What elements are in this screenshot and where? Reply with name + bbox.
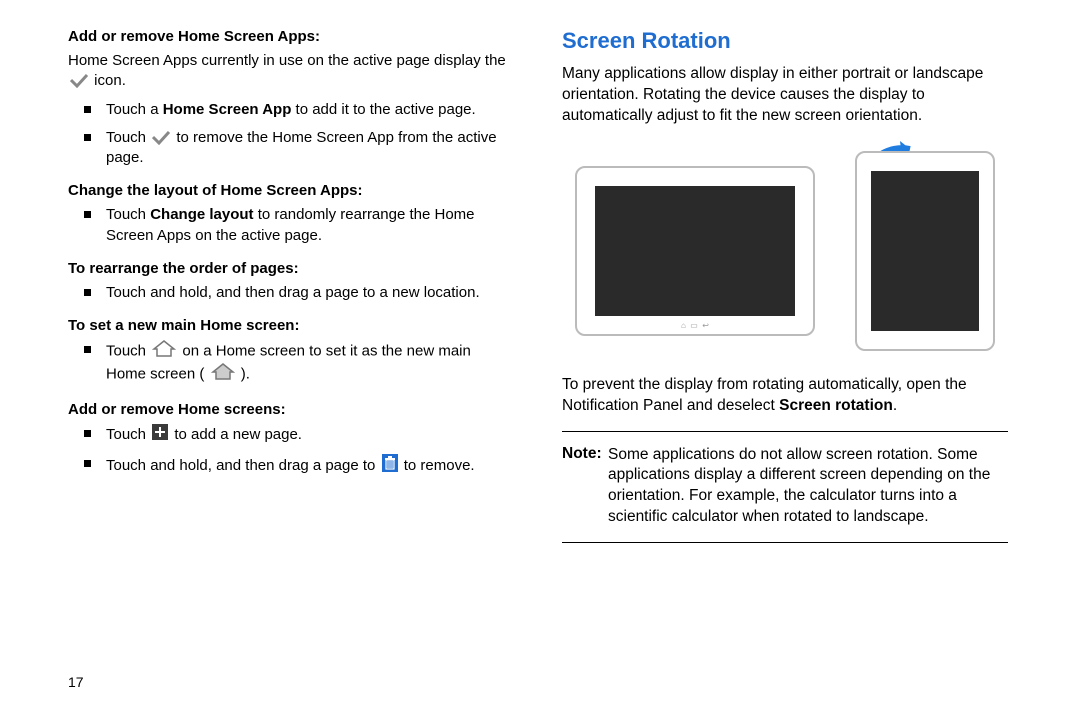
page-number: 17 [68,674,84,690]
note-separator [562,542,1008,543]
tablet-portrait-illustration [855,151,995,351]
bullet-item: Touch on a Home screen to set it as the … [78,340,514,387]
text: Touch [106,343,150,360]
right-column: Screen Rotation Many applications allow … [538,28,1008,710]
text: Touch [106,206,150,223]
heading-change-layout: Change the layout of Home Screen Apps: [68,182,514,199]
text: . [893,397,897,414]
checkmark-icon [70,74,88,88]
text-bold: Change layout [150,206,253,223]
trash-icon [382,454,398,478]
bullet-item: Touch and hold, and then drag a page to … [78,283,514,303]
text: Touch [106,129,150,146]
note-separator [562,431,1008,432]
text: to add it to the active page. [291,101,475,118]
bullet-list: Touch a Home Screen App to add it to the… [78,100,514,169]
section-title-screen-rotation: Screen Rotation [562,28,1008,54]
text: Touch a [106,101,163,118]
text: to remove. [404,457,475,474]
tablet-screen [595,186,795,316]
bullet-list: Touch Change layout to randomly rearrang… [78,205,514,246]
heading-set-main-home: To set a new main Home screen: [68,317,514,334]
bullet-item: Touch and hold, and then drag a page to … [78,454,514,478]
text: To prevent the display from rotating aut… [562,376,967,414]
note-body: Some applications do not allow screen ro… [562,445,1008,529]
paragraph-prevent-rotation: To prevent the display from rotating aut… [562,375,1008,417]
paragraph-rotation-intro: Many applications allow display in eithe… [562,64,1008,127]
note-block: Note: Some applications do not allow scr… [562,444,1008,529]
heading-add-remove-screens: Add or remove Home screens: [68,401,514,418]
text: Touch and hold, and then drag a page to [106,457,380,474]
bullet-list: Touch to add a new page. Touch and hold,… [78,424,514,479]
tablet-buttons-row: ⌂ ▭ ↩ [577,321,813,331]
text: icon. [94,72,126,89]
text: to add a new page. [174,426,302,443]
home-filled-icon [211,363,235,386]
bullet-item: Touch to add a new page. [78,424,514,446]
text-bold: Home Screen App [163,101,292,118]
bullet-item: Touch Change layout to randomly rearrang… [78,205,514,246]
bullet-list: Touch and hold, and then drag a page to … [78,283,514,303]
figure-rotation: ⌂ ▭ ↩ [562,141,1008,361]
note-label: Note: [562,445,602,462]
tablet-landscape-illustration: ⌂ ▭ ↩ [575,166,815,336]
tablet-screen [871,171,979,331]
heading-rearrange-pages: To rearrange the order of pages: [68,260,514,277]
plus-icon [152,424,168,446]
home-outline-icon [152,340,176,363]
paragraph-apps-icon: Home Screen Apps currently in use on the… [68,51,514,92]
text: Home Screen Apps currently in use on the… [68,52,506,69]
text-bold: Screen rotation [779,397,893,414]
text: Touch [106,426,150,443]
left-column: Add or remove Home Screen Apps: Home Scr… [68,28,538,710]
checkmark-icon [152,131,170,145]
bullet-item: Touch to remove the Home Screen App from… [78,128,514,169]
text: ). [241,366,250,383]
bullet-list: Touch on a Home screen to set it as the … [78,340,514,387]
bullet-item: Touch a Home Screen App to add it to the… [78,100,514,120]
heading-add-remove-apps: Add or remove Home Screen Apps: [68,28,514,45]
manual-page: Add or remove Home Screen Apps: Home Scr… [0,0,1080,720]
